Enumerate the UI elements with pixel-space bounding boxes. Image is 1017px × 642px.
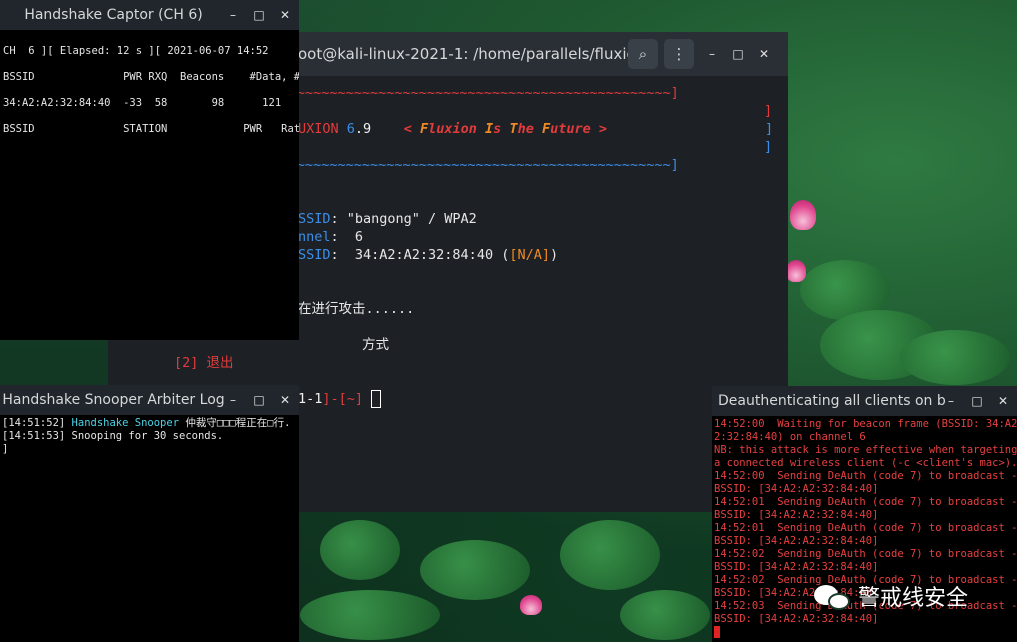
option-exit-label: 退出 <box>198 355 234 371</box>
lotus-leaf-decoration <box>560 520 660 590</box>
prompt-dir: ~ <box>346 391 355 407</box>
channel-value: : 6 <box>330 229 364 245</box>
version-major: 6 <box>346 121 355 137</box>
handshake-captor-window[interactable]: Handshake Captor (CH 6) – □ ✕ CH 6 ][ El… <box>0 0 299 340</box>
terminal-cursor[interactable] <box>714 626 720 638</box>
tagline-open: < <box>403 121 420 137</box>
close-icon[interactable]: ✕ <box>279 393 291 407</box>
snooper-name: Handshake Snooper <box>71 417 180 429</box>
banner-bracket: ] <box>765 121 774 137</box>
snooper-titlebar[interactable]: Handshake Snooper Arbiter Log – □ ✕ <box>0 385 299 415</box>
maximize-icon[interactable]: □ <box>253 8 265 22</box>
window-title: Deauthenticating all clients on ba... <box>718 393 945 409</box>
log-line: a connected wireless client (-c <client'… <box>714 457 1017 469</box>
lotus-leaf-decoration <box>300 590 440 640</box>
minimize-icon[interactable]: – <box>945 394 957 408</box>
lotus-leaf-decoration <box>620 590 710 640</box>
minimize-icon[interactable]: – <box>227 393 239 407</box>
snooper-log: [14:51:52] Handshake Snooper 仲裁守□□□程正在□行… <box>2 417 291 455</box>
bssid-na: [N/A] <box>509 247 550 263</box>
maximize-icon[interactable]: □ <box>971 394 983 408</box>
option-exit-number: [2] <box>174 355 199 371</box>
lotus-flower-decoration <box>520 595 542 615</box>
log-line: [14:51:53] Snooping for 30 seconds. <box>2 430 224 442</box>
lotus-leaf-decoration <box>900 330 1010 385</box>
lotus-flower-decoration <box>786 260 806 282</box>
captor-ap-row: 34:A2:A2:32:84:40 -33 58 98 121 1 <box>3 97 299 109</box>
lotus-flower-decoration <box>790 200 816 230</box>
log-line: BSSID: [34:A2:A2:32:84:40] <box>714 483 879 495</box>
lotus-leaf-decoration <box>320 520 400 580</box>
version-minor: .9 <box>354 121 372 137</box>
close-icon[interactable]: ✕ <box>279 8 291 22</box>
log-line: 2:32:84:40) on channel 6 <box>714 431 866 443</box>
captor-station-header: BSSID STATION PWR Rate <box>3 123 299 135</box>
log-line: BSSID: [34:A2:A2:32:84:40] <box>714 535 879 547</box>
maximize-icon[interactable]: □ <box>253 393 265 407</box>
lotus-leaf-decoration <box>420 540 530 600</box>
maximize-icon[interactable]: □ <box>732 47 744 61</box>
wechat-icon <box>812 581 852 611</box>
log-line: 14:52:00 Sending DeAuth (code 7) to broa… <box>714 470 1017 482</box>
captor-ap-header: BSSID PWR RXQ Beacons #Data, #/ <box>3 71 299 83</box>
watermark-text: 警戒线安全 <box>858 586 969 611</box>
bssid-value: : 34:A2:A2:32:84:40 ( <box>330 247 510 263</box>
log-line: NB: this attack is more effective when t… <box>714 444 1017 456</box>
log-line: 14:52:01 Sending DeAuth (code 7) to broa… <box>714 522 1017 534</box>
minimize-icon[interactable]: – <box>706 47 718 61</box>
close-icon[interactable]: ✕ <box>997 394 1009 408</box>
kebab-menu-icon[interactable]: ⋮ <box>664 39 694 69</box>
captor-output: CH 6 ][ Elapsed: 12 s ][ 2021-06-07 14:5… <box>0 30 299 150</box>
search-icon[interactable]: ⌕ <box>628 39 658 69</box>
captor-status-line: CH 6 ][ Elapsed: 12 s ][ 2021-06-07 14:5… <box>3 45 269 57</box>
watermark: 警戒线安全 <box>812 580 968 612</box>
log-line: BSSID: [34:A2:A2:32:84:40] <box>714 509 879 521</box>
minimize-icon[interactable]: – <box>227 8 239 22</box>
window-title: Handshake Snooper Arbiter Log <box>2 392 225 408</box>
captor-titlebar[interactable]: Handshake Captor (CH 6) – □ ✕ <box>0 0 299 30</box>
terminal-cursor[interactable] <box>371 390 382 408</box>
ssid-value: : "bangong" / WPA2 <box>330 211 477 227</box>
log-line: 14:52:01 Sending DeAuth (code 7) to broa… <box>714 496 1017 508</box>
log-line: ] <box>2 443 9 455</box>
log-line: BSSID: [34:A2:A2:32:84:40] <box>714 561 879 573</box>
deauth-titlebar[interactable]: Deauthenticating all clients on ba... – … <box>712 386 1017 416</box>
log-line: BSSID: [34:A2:A2:32:84:40] <box>714 613 879 625</box>
handshake-snooper-window[interactable]: Handshake Snooper Arbiter Log – □ ✕ [14:… <box>0 385 299 642</box>
close-icon[interactable]: ✕ <box>758 47 770 61</box>
log-line: 14:52:00 Waiting for beacon frame (BSSID… <box>714 418 1017 430</box>
window-title: Handshake Captor (CH 6) <box>24 7 203 23</box>
log-line: 14:52:02 Sending DeAuth (code 7) to broa… <box>714 548 1017 560</box>
